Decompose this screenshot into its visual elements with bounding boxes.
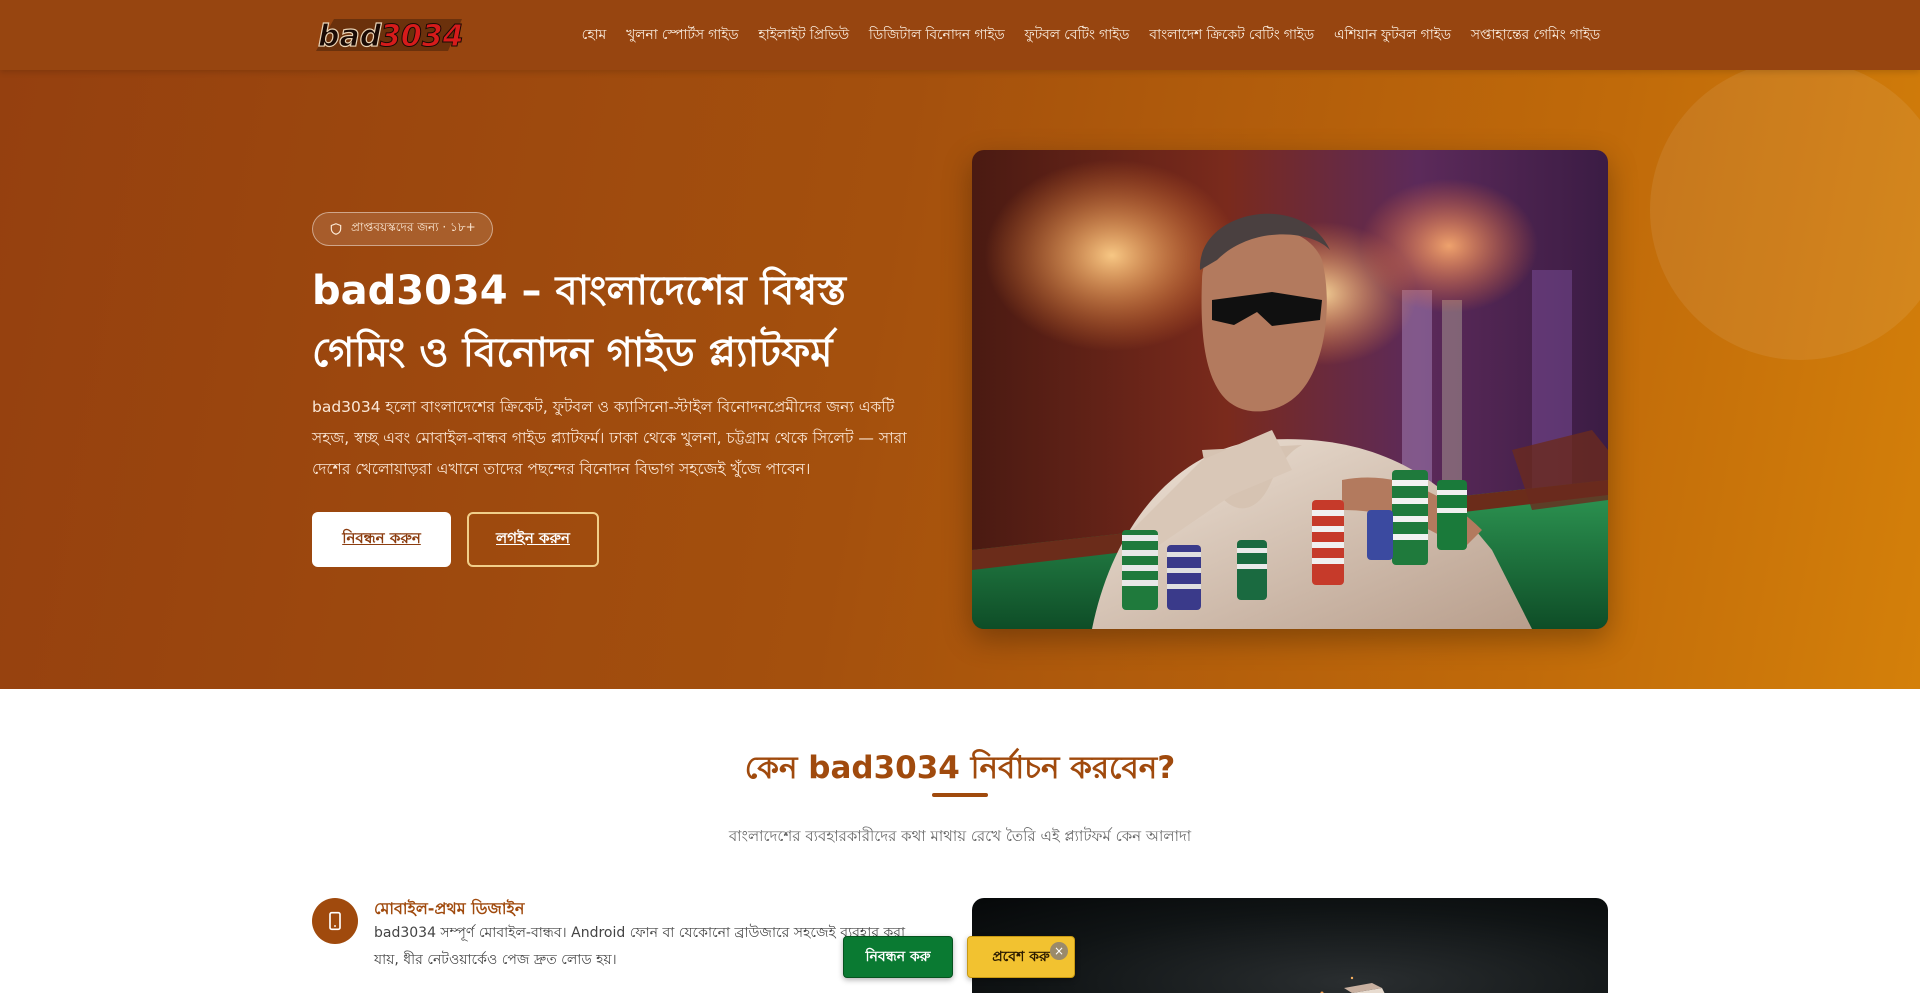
title-underline (932, 793, 988, 797)
why-section-subtitle: বাংলাদেশের ব্যবহারকারীদের কথা মাথায় রেখ… (728, 827, 1192, 845)
hero-casino-image (972, 150, 1608, 629)
nav-bangladesh-cricket-betting-guide[interactable]: বাংলাদেশ ক্রিকেট বেটিং গাইড (1149, 23, 1314, 47)
feature-title: মোবাইল-প্রথম ডিজাইন (374, 899, 525, 918)
age-badge-text: প্রাপ্তবয়স্কদের জন্য · ১৮+ (351, 220, 476, 234)
hero-section: প্রাপ্তবয়স্কদের জন্য · ১৮+ bad3034 – বা… (0, 70, 1920, 689)
register-button[interactable]: নিবন্ধন করুন (312, 512, 451, 567)
nav-digital-entertainment-guide[interactable]: ডিজিটাল বিনোদন গাইড (869, 23, 1005, 47)
nav-highlight-preview[interactable]: হাইলাইট প্রিভিউ (758, 23, 849, 47)
nav-khulna-sports-guide[interactable]: খুলনা স্পোর্টস গাইড (626, 23, 738, 47)
close-icon[interactable]: × (1050, 942, 1068, 960)
svg-text:3034: 3034 (380, 19, 464, 54)
nav-asian-football-guide[interactable]: এশিয়ান ফুটবল গাইড (1334, 23, 1451, 47)
main-nav: হোম খুলনা স্পোর্টস গাইড হাইলাইট প্রিভিউ … (582, 0, 1601, 70)
nav-home[interactable]: হোম (582, 23, 607, 47)
decorative-circle (1650, 70, 1920, 360)
site-header: bad 3034 হোম খুলনা স্পোর্টস গাইড হাইলাইট… (0, 0, 1920, 70)
login-button[interactable]: লগইন করুন (467, 512, 599, 567)
bad3034-logo[interactable]: bad 3034 (312, 13, 467, 57)
why-section-title: কেন bad3034 নির্বাচন করবেন? (744, 750, 1176, 786)
hero-title: bad3034 – বাংলাদেশের বিশ্বস্ত গেমিং ও বি… (312, 268, 846, 376)
nav-football-betting-guide[interactable]: ফুটবল বেটিং গাইড (1025, 23, 1130, 47)
hero-description: bad3034 হলো বাংলাদেশের ক্রিকেট, ফুটবল ও … (312, 398, 907, 478)
nav-weekend-gaming-guide[interactable]: সপ্তাহান্তের গেমিং গাইড (1471, 23, 1600, 47)
svg-text:bad: bad (318, 19, 382, 54)
age-badge: প্রাপ্তবয়স্কদের জন্য · ১৮+ (312, 212, 493, 246)
floating-register-button[interactable]: নিবন্ধন করু (843, 936, 953, 978)
mobile-icon (312, 898, 358, 944)
shield-icon (330, 223, 342, 235)
